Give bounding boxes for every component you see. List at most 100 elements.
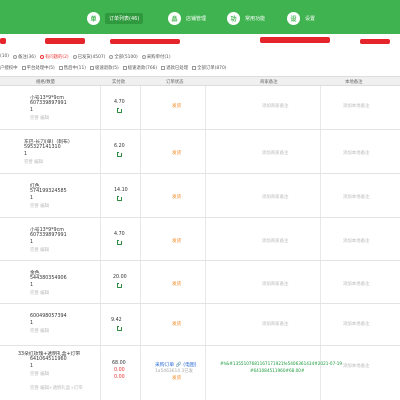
table-header: 规格/数量 实付款 订单状态 商家备注 本地备注 xyxy=(0,76,400,86)
cart-icon[interactable] xyxy=(116,325,122,331)
item-code: 607339897991 xyxy=(30,233,67,238)
add-local-note-link[interactable]: 添加本地备注 xyxy=(343,281,369,287)
add-seller-note-link[interactable]: 添加商家备注 xyxy=(262,150,288,156)
filter-label: 备注(36) xyxy=(18,54,36,60)
seller-note-text[interactable]: #h&#1355107681167171921fe5406361434#2021… xyxy=(220,361,342,366)
table-row: 东巴-长刀(单)（刺布） 595327141310 1 完善 编辑 6.20 发… xyxy=(0,130,400,174)
shipping-info: 1a5463614 3已发 xyxy=(155,369,194,374)
cart-icon[interactable] xyxy=(116,282,122,288)
add-seller-note-link[interactable]: 添加商家备注 xyxy=(262,194,288,200)
filter-label: 平台处理中(5) xyxy=(26,65,55,71)
nav-label: 常用功能 xyxy=(245,15,266,22)
table-row: 小号13*9*9cm 607339897991 1 完善 编辑 4.70 发货 … xyxy=(0,86,400,130)
item-spec: 小号13*9*9cm xyxy=(30,228,64,233)
table-row: 红色 574199324585 1 完善 编辑 14.10 发货 添加商家备注 … xyxy=(0,174,400,218)
col-seller-note: 商家备注 xyxy=(260,80,278,85)
add-local-note-link[interactable]: 添加本地备注 xyxy=(343,321,369,327)
filter-option[interactable]: 全部(5100) xyxy=(109,54,138,60)
filter-option[interactable]: 售后中(11) xyxy=(58,65,86,71)
cart-icon[interactable] xyxy=(116,151,122,157)
status-ship-link[interactable]: 发货 xyxy=(172,321,181,327)
add-seller-note-link[interactable]: 添加商家备注 xyxy=(262,103,288,109)
filter-option[interactable]: 极速退款(766) xyxy=(122,65,157,71)
item-actions[interactable]: 完善 编辑 xyxy=(24,159,43,165)
item-actions[interactable]: 完善 编辑 xyxy=(30,247,49,253)
add-local-note-link[interactable]: 添加本地备注 xyxy=(343,363,369,369)
status-ship-link[interactable]: 发货 xyxy=(172,238,181,244)
function-icon: 功 xyxy=(227,11,240,25)
item-price: 6.20 xyxy=(114,144,125,149)
item-code: 544380354906 xyxy=(30,276,67,281)
filter-option[interactable]: (10) xyxy=(0,54,9,59)
redaction-mark xyxy=(45,38,85,44)
status-ship-link[interactable]: 发货 xyxy=(172,375,181,381)
settings-icon: 设 xyxy=(287,11,300,25)
add-seller-note-link[interactable]: 添加商家备注 xyxy=(262,281,288,287)
filter-option[interactable]: 有问题的(2) xyxy=(39,54,69,60)
item-price-secondary: 0.00 xyxy=(114,368,125,373)
col-paid: 实付款 xyxy=(112,80,126,85)
nav-common-functions[interactable]: 功 常用功能 xyxy=(227,10,265,26)
shop-icon: 品 xyxy=(168,11,181,25)
seller-note-text-2[interactable]: #641084511960#68.00# xyxy=(250,368,305,373)
item-qty: 1 xyxy=(30,108,34,113)
item-actions[interactable]: 完善 编辑 xyxy=(30,203,49,209)
filter-label: 采购单付(1) xyxy=(146,54,171,60)
top-nav-bar: 单 订单列表(46) 品 店铺管理 功 常用功能 设 设置 xyxy=(0,0,400,34)
filter-row-status: (10) 备注(36) 有问题的(2) 已发货(4507) 全部(5100) 采… xyxy=(0,51,400,62)
status-ship-link[interactable]: 发货 xyxy=(172,150,181,156)
add-seller-note-link[interactable]: 添加商家备注 xyxy=(262,238,288,244)
filter-option[interactable]: 户授权中 xyxy=(0,65,18,71)
item-actions[interactable]: 完善 编辑 xyxy=(30,328,49,334)
redaction-mark xyxy=(0,38,6,44)
item-qty: 1 xyxy=(30,321,34,326)
cart-icon[interactable] xyxy=(116,195,122,201)
item-code: 600498057394 xyxy=(30,314,67,319)
radio-icon xyxy=(109,54,114,59)
filter-option[interactable]: 备注(36) xyxy=(13,54,36,60)
checkbox-icon xyxy=(122,65,127,70)
filter-label: 已发货(4507) xyxy=(77,54,106,60)
filter-option[interactable]: 全部订单(870) xyxy=(192,65,226,71)
item-qty: 1 xyxy=(30,283,34,288)
add-local-note-link[interactable]: 添加本地备注 xyxy=(343,194,369,200)
filter-option[interactable]: 平台处理中(5) xyxy=(21,65,55,71)
item-actions[interactable]: 完善 编辑 xyxy=(30,290,49,296)
item-spec: 小号13*9*9cm xyxy=(30,96,64,101)
table-row: 33朵红玫瑰+透明礼盒+灯带 641064511960 1 完善 编辑 完善 编… xyxy=(0,346,400,400)
item-actions[interactable]: 完善 编辑 xyxy=(30,371,49,377)
filter-option[interactable]: 已发货(4507) xyxy=(72,54,106,60)
table-row: 小号13*9*9cm 607339897991 1 完善 编辑 4.70 发货 … xyxy=(0,218,400,261)
filter-option[interactable]: 采购单付(1) xyxy=(141,54,171,60)
filter-label: 全部(5100) xyxy=(114,54,138,60)
add-local-note-link[interactable]: 添加本地备注 xyxy=(343,238,369,244)
cart-icon[interactable] xyxy=(116,107,122,113)
status-ship-link[interactable]: 发货 xyxy=(172,194,181,200)
cart-icon[interactable] xyxy=(116,239,122,245)
nav-shop-manage[interactable]: 品 店铺管理 xyxy=(168,10,206,26)
item-code: 641064511960 xyxy=(30,357,67,362)
item-actions[interactable]: 完善 编辑 xyxy=(30,115,49,121)
radio-icon xyxy=(39,54,44,59)
status-ship-link[interactable]: 发货 xyxy=(172,281,181,287)
nav-settings[interactable]: 设 设置 xyxy=(287,10,315,26)
filter-option[interactable]: 极速退款(5) xyxy=(89,65,119,71)
item-qty: 1 xyxy=(24,152,28,157)
filter-label: 户授权中 xyxy=(0,65,18,71)
item-spec: 33朵红玫瑰+透明礼盒+灯带 xyxy=(18,352,81,357)
nav-order-list[interactable]: 单 订单列表(46) xyxy=(87,10,144,26)
add-seller-note-link[interactable]: 添加商家备注 xyxy=(262,321,288,327)
add-local-note-link[interactable]: 添加本地备注 xyxy=(343,103,369,109)
filter-option[interactable]: 退款已处理 xyxy=(161,65,188,71)
radio-icon xyxy=(72,54,77,59)
add-local-note-link[interactable]: 添加本地备注 xyxy=(343,150,369,156)
item-code: 574199324585 xyxy=(30,189,67,194)
redaction-mark xyxy=(110,39,180,44)
purchase-order-link[interactable]: 采购订单 🔗 (电图) xyxy=(155,361,197,368)
item-sub-actions[interactable]: 完善 编辑+透明礼盒+灯带 xyxy=(30,385,83,391)
table-row: 600498057394 1 完善 编辑 9.42 发货 添加商家备注 添加本地… xyxy=(0,304,400,346)
checkbox-icon xyxy=(58,65,63,70)
item-qty: 1 xyxy=(30,240,34,245)
status-ship-link[interactable]: 发货 xyxy=(172,103,181,109)
item-code: 607339897991 xyxy=(30,101,67,106)
